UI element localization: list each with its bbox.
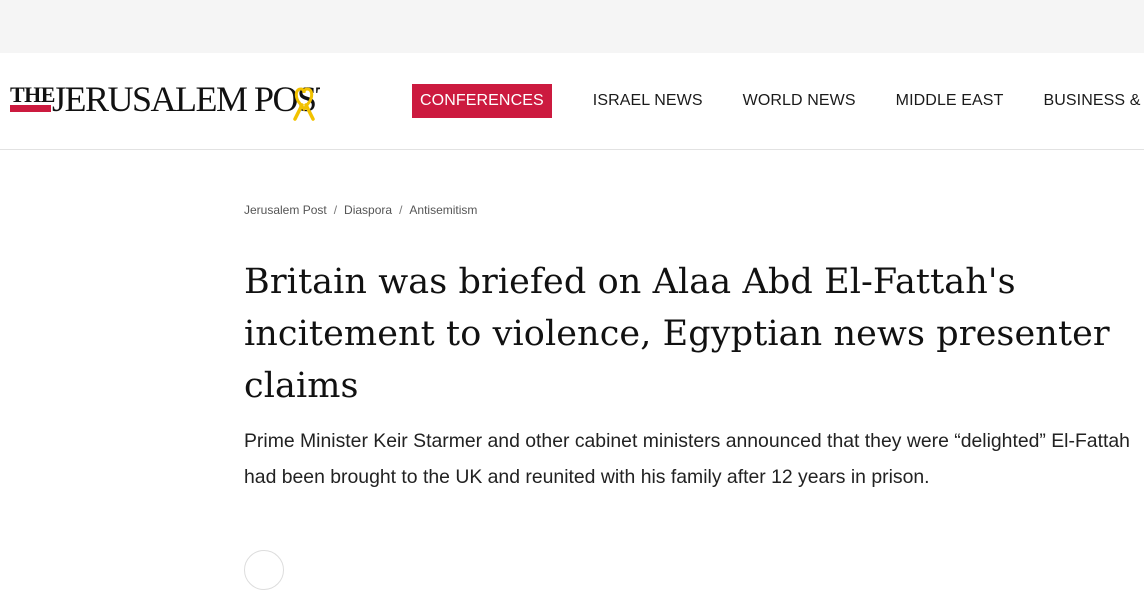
breadcrumb-diaspora[interactable]: Diaspora: [344, 203, 392, 217]
main-nav: CONFERENCES ISRAEL NEWS WORLD NEWS MIDDL…: [412, 84, 1144, 118]
article-headline: Britain was briefed on Alaa Abd El-Fatta…: [244, 262, 1110, 406]
svg-text:JERUSALEM POST: JERUSALEM POST: [52, 81, 320, 119]
breadcrumb-separator: /: [333, 203, 338, 217]
browser-top-strip: [0, 0, 1144, 53]
nav-item-middle-east[interactable]: MIDDLE EAST: [896, 84, 1004, 118]
nav-item-world-news[interactable]: WORLD NEWS: [743, 84, 856, 118]
author-avatar[interactable]: [244, 550, 284, 590]
svg-text:THE: THE: [10, 82, 55, 107]
site-header: THE JERUSALEM POST CONFERENCES ISRAEL NE…: [0, 53, 1144, 150]
jerusalem-post-logo-icon: THE JERUSALEM POST: [10, 81, 320, 119]
yellow-ribbon-icon: [293, 87, 315, 121]
site-logo[interactable]: THE JERUSALEM POST: [10, 81, 320, 125]
article-subheadline: Prime Minister Keir Starmer and other ca…: [244, 430, 1130, 488]
breadcrumb-jerusalem-post[interactable]: Jerusalem Post: [244, 203, 327, 217]
nav-item-business[interactable]: BUSINESS & INNO: [1043, 84, 1144, 118]
nav-item-israel-news[interactable]: ISRAEL NEWS: [593, 84, 703, 118]
breadcrumb: Jerusalem Post / Diaspora / Antisemitism: [244, 203, 477, 217]
breadcrumb-antisemitism[interactable]: Antisemitism: [409, 203, 477, 217]
breadcrumb-separator: /: [399, 203, 403, 217]
nav-item-conferences[interactable]: CONFERENCES: [412, 84, 552, 118]
